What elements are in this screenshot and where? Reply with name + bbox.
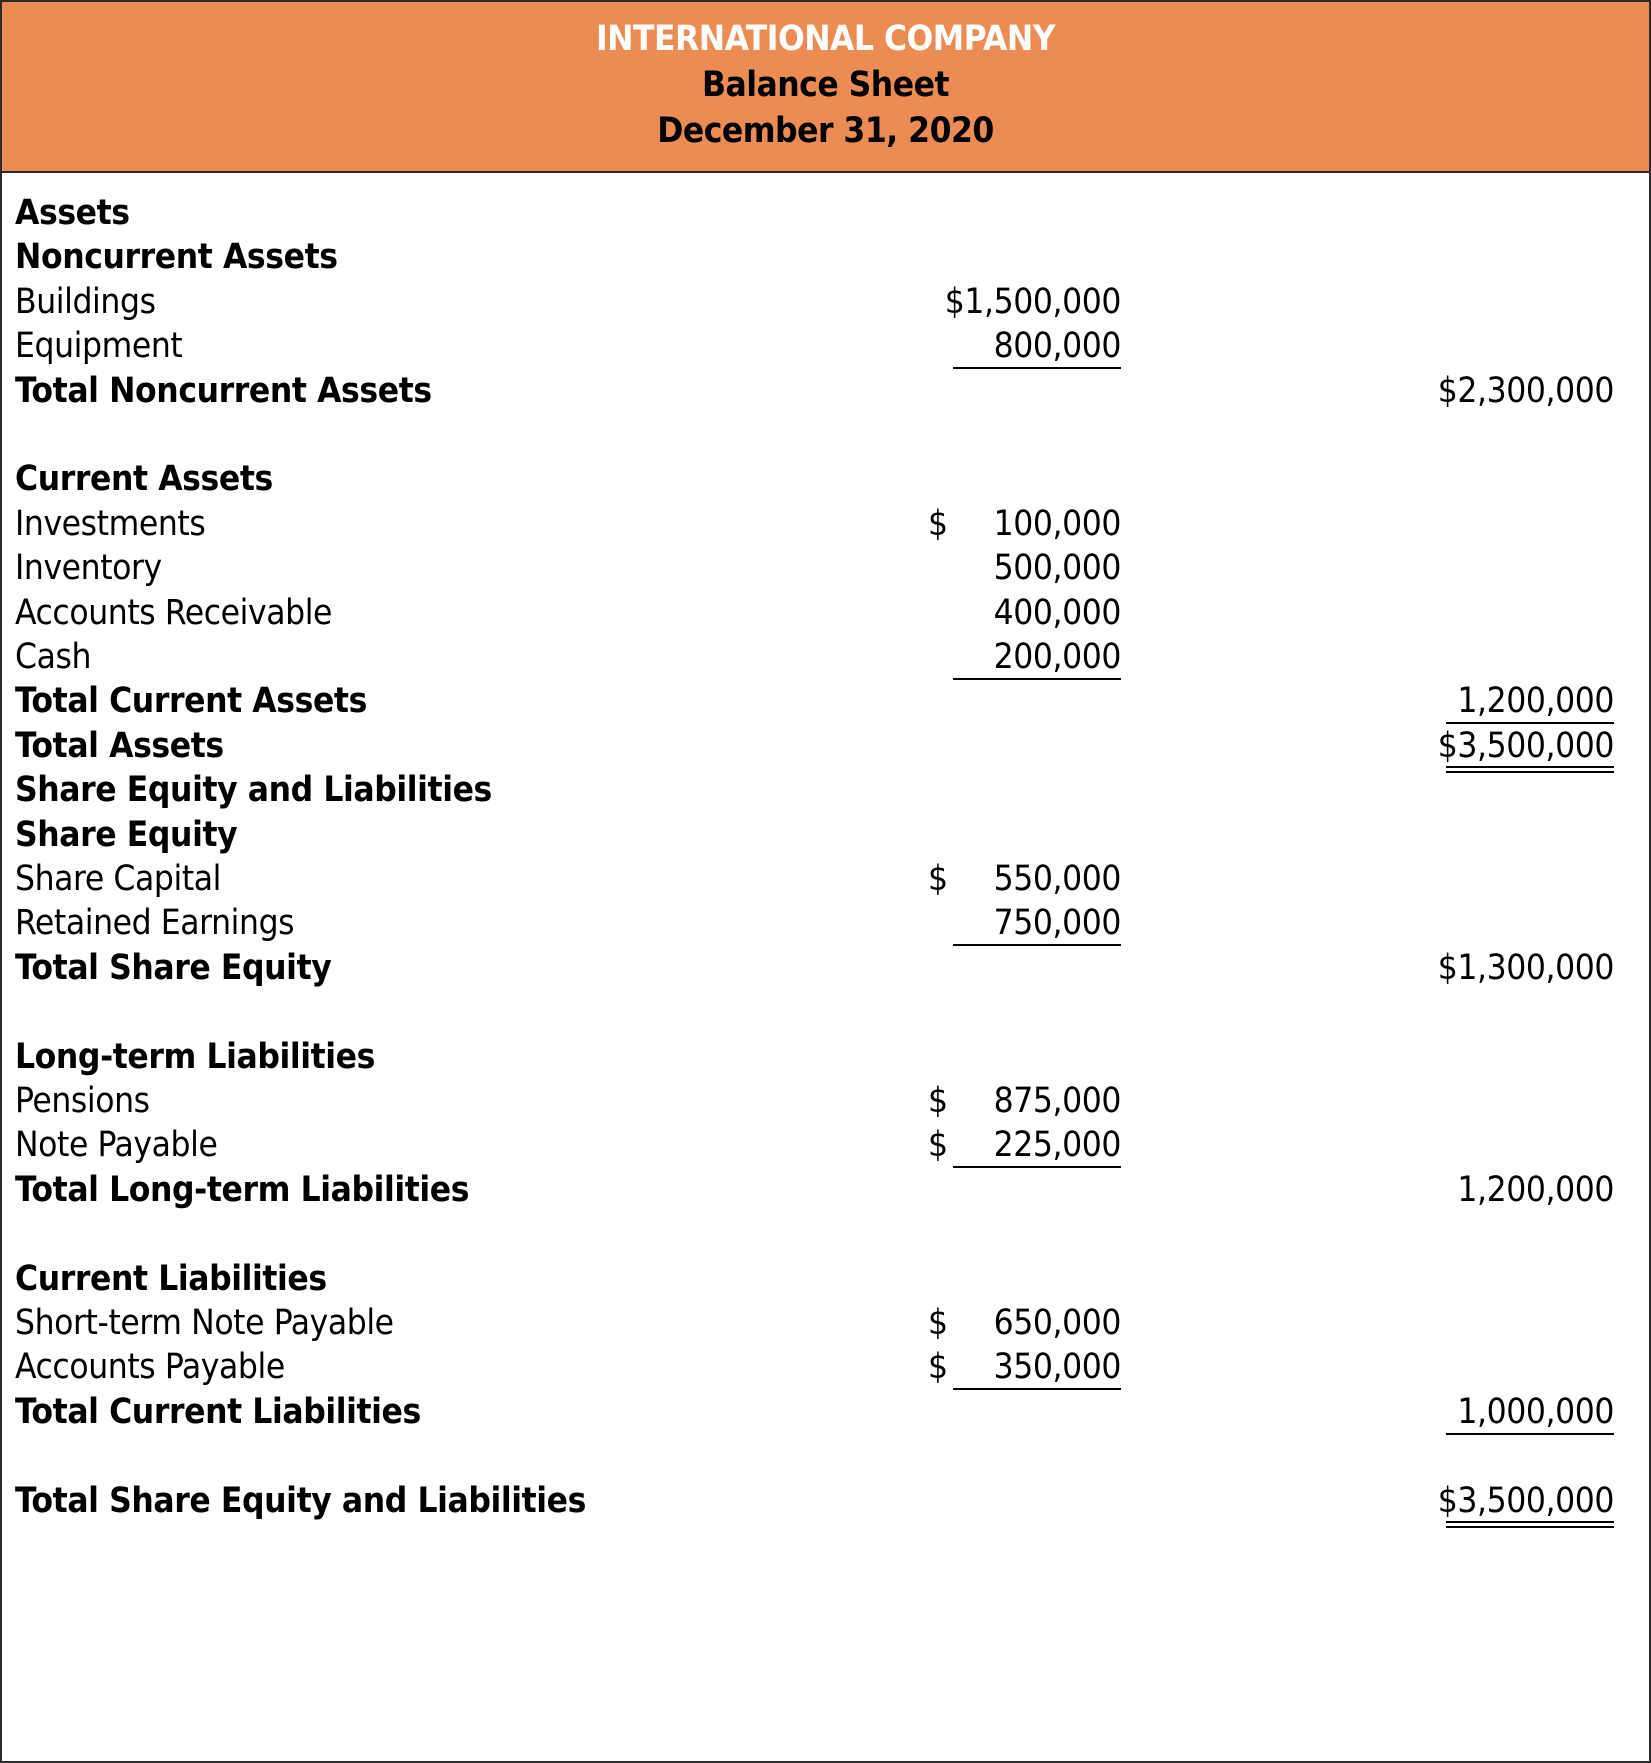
detail-amount: $1,500,000 [944, 281, 1122, 322]
line-item-row: Cash 200,000 [2, 632, 1649, 682]
row-label-share-equity-and-liabilities: Share Equity and Liabilities [15, 770, 492, 811]
row-label-buildings: Buildings [15, 281, 156, 322]
row-label-total-share-equity: Total Share Equity [15, 947, 332, 988]
row-label-noncurrent-assets: Noncurrent Assets [15, 237, 338, 278]
detail-amount: 400,000 [993, 592, 1122, 633]
grand-total-double-underline [1446, 1520, 1614, 1528]
line-item-row: Investments $100,000 [2, 499, 1649, 549]
detail-amount: 875,000 [993, 1081, 1122, 1121]
row-label-accounts-payable: Accounts Payable [15, 1347, 285, 1388]
section-heading-row: Assets [2, 188, 1649, 238]
line-item-row: Accounts Payable $350,000 [2, 1342, 1649, 1392]
detail-amount: 200,000 [993, 637, 1122, 677]
total-amount: $3,500,000 [1437, 725, 1615, 766]
total-amount: $1,300,000 [1437, 947, 1615, 988]
row-label-retained-earnings: Retained Earnings [15, 903, 295, 944]
line-item-row: Inventory 500,000 [2, 543, 1649, 593]
row-label-total-noncurrent-assets: Total Noncurrent Assets [15, 370, 432, 411]
detail-amount: 750,000 [993, 903, 1122, 944]
spacer-row [2, 1209, 1649, 1259]
detail-amount: 800,000 [993, 326, 1122, 367]
line-item-row: Total Share Equity $1,300,000 [2, 943, 1649, 993]
statement-title: Balance Sheet [701, 65, 950, 105]
line-item-row: Equipment 800,000 [2, 321, 1649, 371]
line-item-row: Total Current Assets 1,200,000 [2, 676, 1649, 726]
statement-date: December 31, 2020 [657, 111, 994, 151]
line-item-row: Total Current Liabilities 1,000,000 [2, 1387, 1649, 1437]
row-label-equipment: Equipment [15, 326, 183, 367]
row-label-inventory: Inventory [15, 548, 162, 589]
row-label-cash: Cash [15, 637, 92, 677]
detail-amount: 500,000 [993, 548, 1122, 589]
row-label-total-share-equity-and-liabilities: Total Share Equity and Liabilities [15, 1480, 586, 1521]
detail-amount: 650,000 [993, 1303, 1122, 1343]
row-label-share-capital: Share Capital [15, 859, 222, 899]
row-label-share-equity: Share Equity [15, 814, 238, 855]
row-label-accounts-receivable: Accounts Receivable [15, 592, 333, 633]
row-label-long-term-liabilities: Long-term Liabilities [15, 1036, 375, 1077]
detail-amount: 100,000 [993, 503, 1122, 544]
total-amount: 1,200,000 [1457, 681, 1614, 722]
total-amount: 1,200,000 [1457, 1169, 1614, 1210]
line-item-row: Pensions $875,000 [2, 1076, 1649, 1126]
line-item-row: Total Assets $3,500,000 [2, 721, 1649, 773]
spacer-row [2, 410, 1649, 460]
balance-sheet: INTERNATIONAL COMPANY Balance Sheet Dece… [0, 0, 1651, 1763]
row-label-total-current-liabilities: Total Current Liabilities [15, 1391, 421, 1432]
row-label-note-payable: Note Payable [15, 1125, 218, 1166]
total-amount: $3,500,000 [1437, 1480, 1615, 1521]
line-item-row: Note Payable $225,000 [2, 1120, 1649, 1170]
total-amount: $2,300,000 [1437, 370, 1615, 411]
line-item-row: Buildings $1,500,000 [2, 277, 1649, 327]
detail-amount: 225,000 [993, 1125, 1122, 1166]
row-label-total-long-term-liabilities: Total Long-term Liabilities [15, 1169, 470, 1210]
line-item-row: Retained Earnings 750,000 [2, 898, 1649, 948]
section-heading-row: Current Liabilities [2, 1254, 1649, 1304]
row-label-current-liabilities: Current Liabilities [15, 1258, 327, 1299]
detail-amount: 550,000 [993, 859, 1122, 899]
section-heading-row: Share Equity [2, 810, 1649, 860]
row-label-total-current-assets: Total Current Assets [15, 681, 367, 722]
row-label-current-assets: Current Assets [15, 459, 273, 500]
row-label-investments: Investments [15, 503, 206, 544]
line-item-row: Short-term Note Payable $650,000 [2, 1298, 1649, 1348]
company-name: INTERNATIONAL COMPANY [595, 19, 1056, 59]
section-heading-row: Long-term Liabilities [2, 1032, 1649, 1082]
section-heading-row: Share Equity and Liabilities [2, 765, 1649, 815]
line-item-row: Total Long-term Liabilities 1,200,000 [2, 1165, 1649, 1215]
balance-sheet-header: INTERNATIONAL COMPANY Balance Sheet Dece… [2, 2, 1649, 173]
total-amount: 1,000,000 [1457, 1391, 1614, 1432]
line-item-row: Total Share Equity and Liabilities $3,500… [2, 1476, 1649, 1528]
line-item-row: Share Capital $550,000 [2, 854, 1649, 904]
row-label-total-assets: Total Assets [15, 725, 224, 766]
line-item-row: Total Noncurrent Assets $2,300,000 [2, 366, 1649, 416]
section-heading-row: Current Assets [2, 454, 1649, 504]
row-label-short-term-note-payable: Short-term Note Payable [15, 1303, 394, 1343]
row-label-pensions: Pensions [15, 1081, 150, 1121]
spacer-row [2, 987, 1649, 1037]
line-item-row: Accounts Receivable 400,000 [2, 588, 1649, 638]
section-heading-row: Noncurrent Assets [2, 232, 1649, 282]
spacer-row [2, 1431, 1649, 1481]
detail-amount: 350,000 [993, 1347, 1122, 1388]
row-label-assets: Assets [15, 193, 130, 233]
